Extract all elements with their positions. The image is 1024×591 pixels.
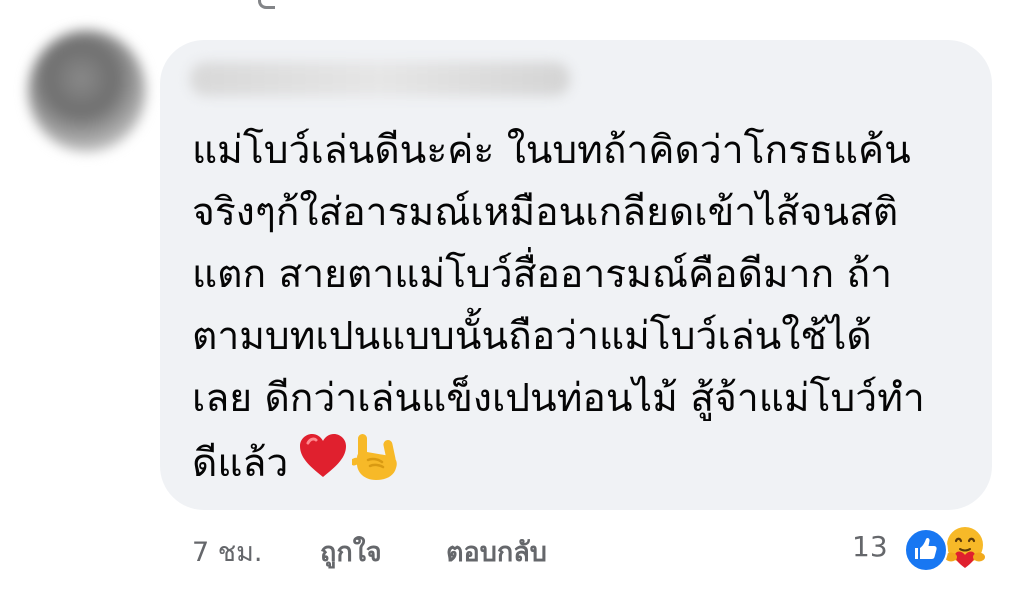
comment-bubble: แม่โบว์เล่นดีนะค่ะ ในบทถ้าคิดว่าโกรธแค้น… bbox=[160, 40, 992, 510]
comment-line: ดีแล้ว bbox=[192, 441, 289, 486]
comment-line: ตามบทเปนแบบนั้นถือว่าแม่โบว์เล่นใช้ได้ bbox=[192, 314, 872, 359]
comment-screen: แม่โบว์เล่นดีนะค่ะ ในบทถ้าคิดว่าโกรธแค้น… bbox=[0, 0, 1024, 591]
reply-button[interactable]: ตอบกลับ bbox=[446, 530, 547, 573]
rock-hand-icon bbox=[350, 430, 400, 501]
heart-icon bbox=[298, 433, 348, 498]
comment-line: แตก สายตาแม่โบว์สื่ออารมณ์คือดีมาก ถ้า bbox=[192, 252, 893, 297]
avatar[interactable] bbox=[28, 30, 146, 152]
comment-text: แม่โบว์เล่นดีนะค่ะ ในบทถ้าคิดว่าโกรธแค้น… bbox=[192, 120, 972, 501]
comment-line: แม่โบว์เล่นดีนะค่ะ ในบทถ้าคิดว่าโกรธแค้น bbox=[192, 128, 911, 173]
reaction-count: 13 bbox=[852, 530, 888, 563]
previous-comment-fragment bbox=[258, 0, 275, 9]
like-button[interactable]: ถูกใจ bbox=[320, 530, 382, 573]
author-name[interactable] bbox=[190, 62, 570, 96]
care-reaction-icon bbox=[942, 524, 988, 570]
timestamp-link[interactable]: 7 ชม. bbox=[192, 530, 262, 573]
comment-last-line: ดีแล้ว bbox=[192, 430, 972, 501]
comment-line: เลย ดีกว่าเล่นแข็งเปนท่อนไม้ สู้จ้าแม่โบ… bbox=[192, 376, 925, 421]
comment-line: จริงๆก้ใส่อารมณ์เหมือนเกลียดเข้าไส้จนสติ bbox=[192, 190, 899, 235]
like-reaction-icon bbox=[904, 528, 948, 572]
